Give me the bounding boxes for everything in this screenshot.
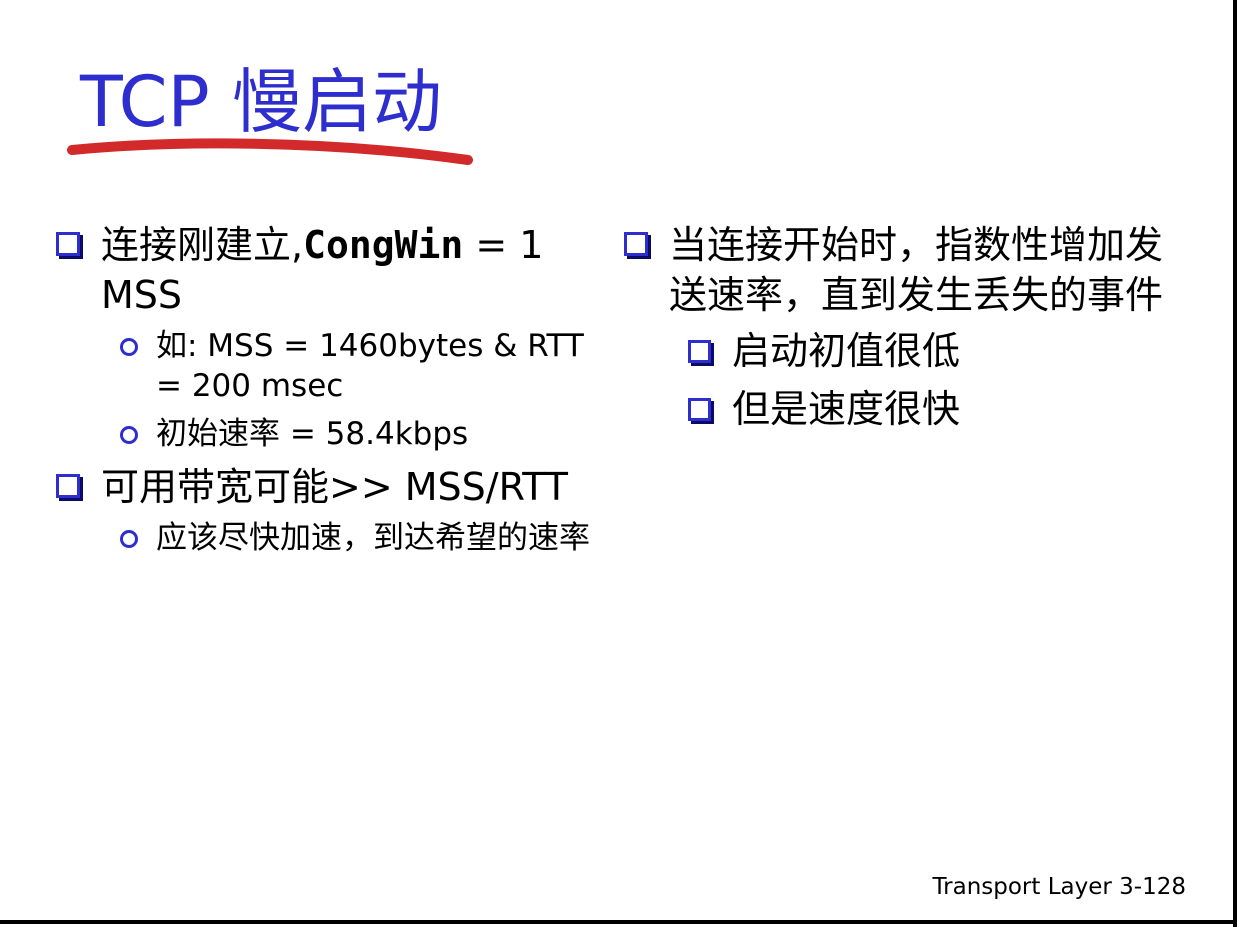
sub-bullet-text: 启动初值很低 xyxy=(732,329,961,373)
sub-bullet-text: 应该尽快加速，到达希望的速率 xyxy=(156,520,590,556)
bullet-connection-start: 连接刚建立,CongWin = 1 MSS xyxy=(52,220,592,320)
circle-bullet-icon xyxy=(120,426,138,444)
sub-bullet-initial-rate: 初始速率 = 58.4kbps xyxy=(52,414,592,454)
circle-bullet-icon xyxy=(120,530,138,548)
slide-footer: Transport Layer 3-128 xyxy=(932,874,1186,900)
slide-frame-right xyxy=(1233,0,1237,927)
sub-bullet-text: 初始速率 = 58.4kbps xyxy=(156,416,469,452)
congwin-code: CongWin xyxy=(303,223,464,267)
bullet-text: 可用带宽可能>> MSS/RTT xyxy=(101,465,568,509)
square-bullet-icon xyxy=(688,398,711,421)
square-bullet-icon xyxy=(56,474,80,498)
sub-bullet-text: 但是速度很快 xyxy=(732,387,961,431)
sub-bullet-fast-speed: 但是速度很快 xyxy=(620,384,1180,434)
circle-bullet-icon xyxy=(120,338,138,356)
square-bullet-icon xyxy=(624,232,648,256)
left-column: 连接刚建立,CongWin = 1 MSS 如: MSS = 1460bytes… xyxy=(52,220,592,566)
bullet-exponential-increase: 当连接开始时，指数性增加发送速率，直到发生丢失的事件 xyxy=(620,220,1180,320)
slide-title: TCP 慢启动 xyxy=(80,61,442,143)
bullet-text: 当连接开始时，指数性增加发送速率，直到发生丢失的事件 xyxy=(669,223,1164,317)
square-bullet-icon xyxy=(688,340,711,363)
title-underline xyxy=(67,138,473,165)
slide-frame-bottom xyxy=(0,920,1237,924)
sub-bullet-text: 如: MSS = 1460bytes & RTT = 200 msec xyxy=(156,328,584,404)
right-column: 当连接开始时，指数性增加发送速率，直到发生丢失的事件 启动初值很低 但是速度很快 xyxy=(620,220,1180,442)
sub-bullet-mss-rtt: 如: MSS = 1460bytes & RTT = 200 msec xyxy=(52,326,592,406)
sub-bullet-low-initial: 启动初值很低 xyxy=(620,326,1180,376)
sub-bullet-accelerate: 应该尽快加速，到达希望的速率 xyxy=(52,518,592,558)
square-bullet-icon xyxy=(56,232,80,256)
bullet-available-bandwidth: 可用带宽可能>> MSS/RTT xyxy=(52,462,592,512)
bullet-text: 连接刚建立, xyxy=(101,223,304,267)
